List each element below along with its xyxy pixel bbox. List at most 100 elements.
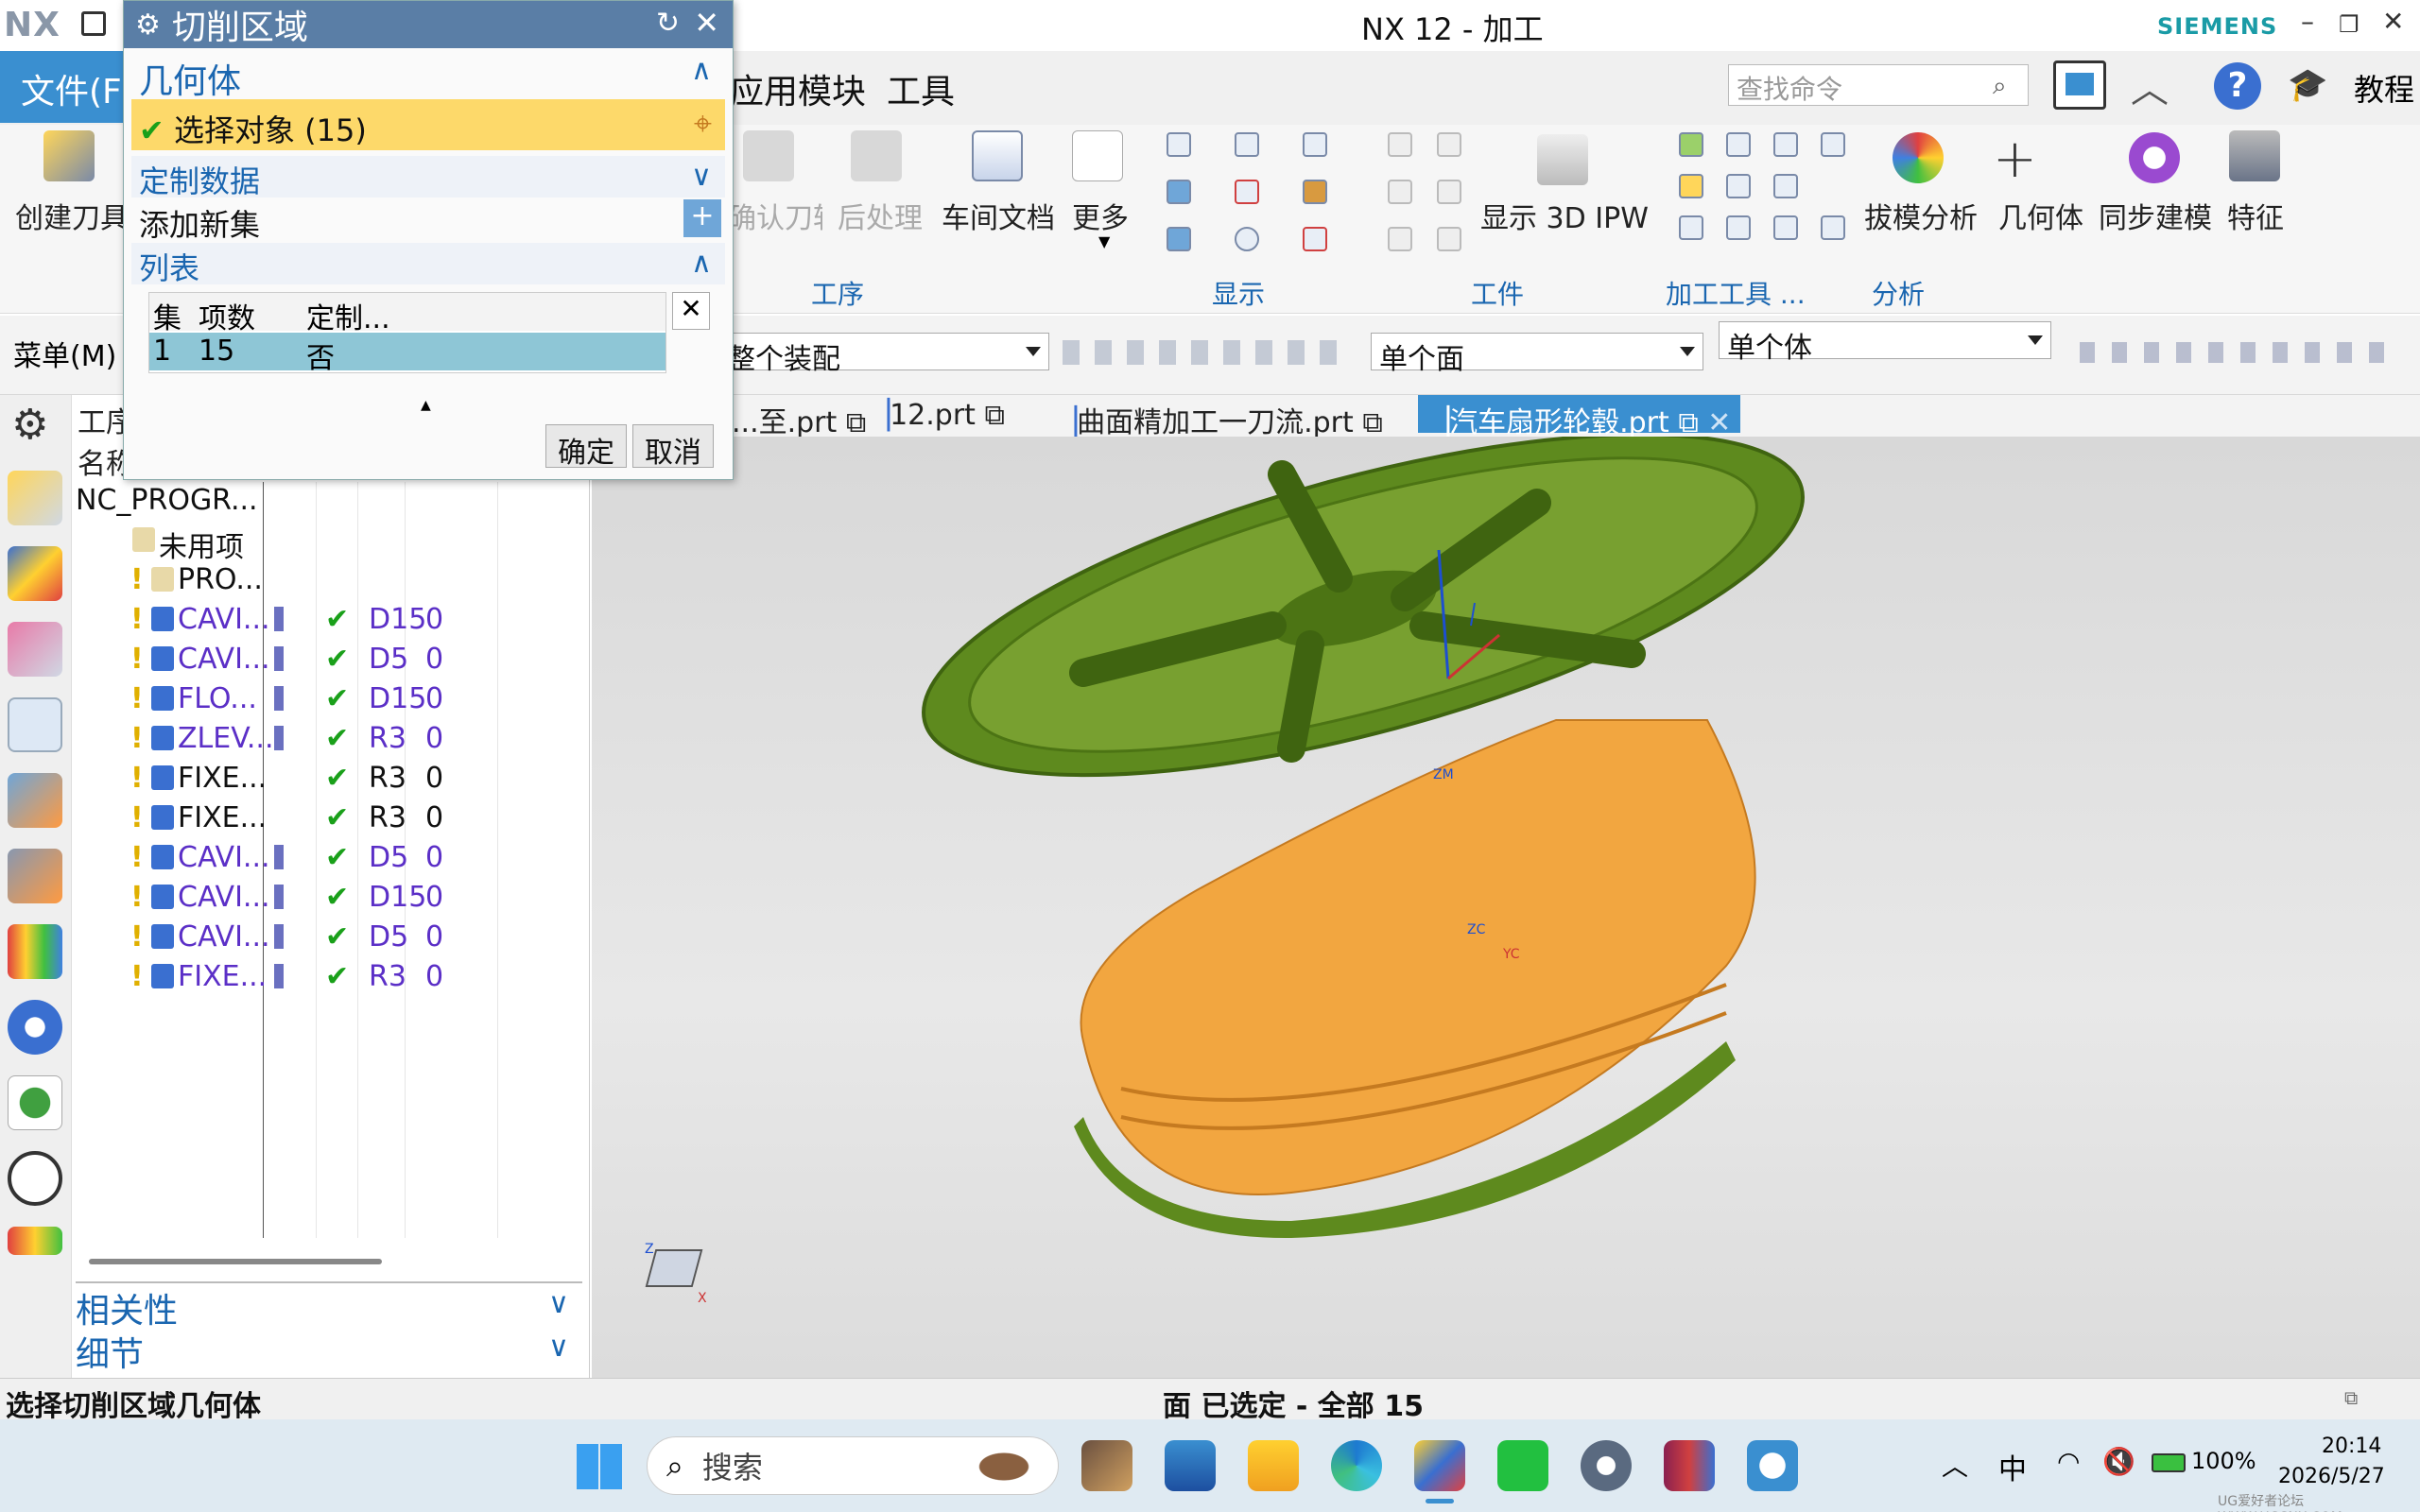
tab-doc-3[interactable]: ▕曲面精加工一刀流.prt ⧉ bbox=[1046, 395, 1392, 439]
table-row[interactable]: ! CAVI... ✔ D5 0 bbox=[76, 639, 582, 679]
geometry-button[interactable]: 几何体 bbox=[1998, 195, 2083, 236]
tab-doc-1[interactable]: ...至.prt ⧉ bbox=[722, 395, 875, 439]
display-path-icon[interactable] bbox=[1235, 132, 1259, 157]
reset-icon[interactable]: ↻ bbox=[656, 7, 680, 40]
display-cut-icon[interactable] bbox=[1303, 132, 1327, 157]
clock-time[interactable]: 20:14 bbox=[2322, 1435, 2381, 1458]
table-row[interactable]: ! CAVI... ✔ D15 0 bbox=[76, 877, 582, 917]
tab-doc-4[interactable]: ▕汽车扇形轮毂.prt ⧉ ✕ bbox=[1418, 395, 1741, 439]
wechat-icon[interactable] bbox=[1497, 1440, 1548, 1491]
details-section[interactable]: 细节 ∨ bbox=[76, 1327, 582, 1376]
menu-button[interactable]: 菜单(M) bbox=[13, 333, 116, 374]
table-row[interactable]: ! CAVI... ✔ D5 0 bbox=[76, 917, 582, 956]
list-section-header[interactable]: 列表 ∧ bbox=[131, 243, 725, 286]
assembly-scope-dropdown[interactable]: 整个装配 bbox=[718, 333, 1049, 376]
wheel-model[interactable] bbox=[592, 437, 2420, 1378]
volume-mute-icon[interactable]: 🔇 bbox=[2102, 1446, 2135, 1477]
geometry-plus-icon[interactable]: + bbox=[1993, 129, 2037, 190]
remove-set-button[interactable]: ✕ bbox=[672, 292, 710, 330]
feature-icon[interactable] bbox=[2229, 130, 2280, 181]
chevron-down-icon[interactable]: ∨ bbox=[548, 1287, 569, 1320]
view-icons[interactable] bbox=[2080, 342, 2392, 363]
post-process-icon[interactable] bbox=[851, 130, 902, 181]
display-mesh-icon[interactable] bbox=[1167, 227, 1191, 251]
workpiece-d-icon[interactable] bbox=[1437, 180, 1461, 204]
fullscreen-icon[interactable] bbox=[2053, 60, 2106, 110]
machining-tool-11-icon[interactable] bbox=[1821, 215, 1845, 240]
settings-icon[interactable]: ⚙ bbox=[11, 401, 48, 449]
display-point-icon[interactable] bbox=[1235, 227, 1259, 251]
sync-modeling-button[interactable]: 同步建模 bbox=[2099, 195, 2212, 236]
machining-feature-icon[interactable] bbox=[8, 849, 62, 903]
machining-tool-10-icon[interactable] bbox=[1773, 215, 1798, 240]
table-row[interactable]: ! FIXE... ✔ R3 0 bbox=[76, 956, 582, 996]
table-row[interactable]: ! FIXE... ✔ R3 0 bbox=[76, 758, 582, 798]
table-row[interactable]: 未用项 bbox=[76, 520, 582, 564]
edge-browser-icon[interactable] bbox=[1331, 1440, 1382, 1491]
operation-list[interactable]: NC_PROGR... 未用项! PRO...! CAVI... ✔ D15 0! CAVI.… bbox=[76, 480, 582, 1236]
feature-button[interactable]: 特征 bbox=[2227, 195, 2284, 236]
more-icon[interactable] bbox=[1072, 130, 1123, 181]
cancel-button[interactable]: 取消 bbox=[632, 424, 714, 470]
minimize-button[interactable]: – bbox=[2301, 6, 2314, 37]
game-app-icon[interactable] bbox=[1081, 1440, 1132, 1491]
search-icon[interactable]: ⌕ bbox=[1993, 72, 2007, 101]
store-app-icon[interactable] bbox=[1165, 1440, 1216, 1491]
machining-tool-6-icon[interactable] bbox=[1726, 174, 1751, 198]
constraint-navigator-icon[interactable] bbox=[8, 546, 62, 601]
snap-icons[interactable] bbox=[1063, 340, 1346, 365]
chevron-down-icon[interactable]: ∨ bbox=[548, 1331, 569, 1364]
clock-date[interactable]: 2026/5/27 bbox=[2278, 1465, 2385, 1488]
sync-modeling-icon[interactable] bbox=[2129, 132, 2180, 183]
post-process-button[interactable]: 后处理 bbox=[838, 195, 923, 236]
assembly-navigator-icon[interactable] bbox=[8, 471, 62, 525]
table-row[interactable]: 1 15 否 bbox=[149, 333, 666, 375]
dialog-title-bar[interactable]: ⚙ 切削区域 ↻ ✕ bbox=[124, 1, 733, 48]
table-row[interactable]: ! CAVI... ✔ D15 0 bbox=[76, 599, 582, 639]
ime-indicator[interactable]: 中 bbox=[1998, 1446, 2027, 1487]
table-row[interactable]: ! PRO... bbox=[76, 559, 582, 599]
reuse-library-icon[interactable] bbox=[8, 924, 62, 979]
workpiece-b-icon[interactable] bbox=[1437, 132, 1461, 157]
show-ipw-icon[interactable] bbox=[1537, 134, 1588, 185]
close-icon[interactable]: ✕ bbox=[1707, 406, 1731, 439]
create-tool-button[interactable]: 创建刀具 bbox=[15, 195, 129, 236]
shop-doc-button[interactable]: 车间文档 bbox=[942, 195, 1055, 236]
display-region-icon[interactable] bbox=[1167, 180, 1191, 204]
display-holder-icon[interactable] bbox=[1303, 180, 1327, 204]
collapse-ribbon-icon[interactable]: ︿ bbox=[2131, 59, 2169, 113]
body-filter-dropdown[interactable]: 单个体 bbox=[1719, 321, 2051, 365]
file-explorer-icon[interactable] bbox=[1248, 1440, 1299, 1491]
tab-doc-2[interactable]: ▕12.prt ⧉ bbox=[858, 395, 1014, 433]
tray-expand-icon[interactable]: ︿ bbox=[1942, 1446, 1968, 1484]
dependencies-section[interactable]: 相关性 ∨ bbox=[76, 1281, 582, 1332]
display-line-icon[interactable] bbox=[1303, 227, 1327, 251]
add-set-icon[interactable]: + bbox=[683, 199, 721, 237]
table-row[interactable]: ! ZLEV... ✔ R3 0 bbox=[76, 718, 582, 758]
machining-tool-8-icon[interactable] bbox=[1679, 215, 1703, 240]
chevron-up-icon[interactable]: ∧ bbox=[691, 247, 712, 280]
menu-tools[interactable]: 工具 bbox=[887, 64, 955, 113]
draft-analysis-button[interactable]: 拔模分析 bbox=[1864, 195, 1978, 236]
machining-tool-7-icon[interactable] bbox=[1773, 174, 1798, 198]
select-crosshair-icon[interactable]: ⌖ bbox=[694, 105, 712, 143]
status-expand-icon[interactable]: ⧉ bbox=[2344, 1386, 2358, 1409]
web-browser-icon[interactable] bbox=[8, 1075, 62, 1130]
table-row[interactable]: NC_PROGR... bbox=[76, 480, 582, 520]
taskbar-search[interactable]: ⌕ 搜索 bbox=[647, 1436, 1059, 1495]
save-icon[interactable] bbox=[81, 11, 106, 36]
workpiece-f-icon[interactable] bbox=[1437, 227, 1461, 251]
ok-button[interactable]: 确定 bbox=[545, 424, 627, 470]
machining-tool-4-icon[interactable] bbox=[1821, 132, 1845, 157]
machining-tool-2-icon[interactable] bbox=[1726, 132, 1751, 157]
nx-app-icon[interactable] bbox=[1414, 1440, 1465, 1491]
chevron-down-icon[interactable]: ∨ bbox=[691, 160, 712, 193]
workpiece-a-icon[interactable] bbox=[1388, 132, 1412, 157]
select-object-row[interactable]: ✔ 选择对象 (15) ⌖ bbox=[131, 99, 725, 150]
machine-tool-navigator-icon[interactable] bbox=[8, 773, 62, 828]
close-icon[interactable]: ✕ bbox=[694, 5, 719, 41]
settings-app-icon[interactable] bbox=[1581, 1440, 1632, 1491]
palette-icon[interactable] bbox=[8, 1227, 62, 1255]
machining-tool-1-icon[interactable] bbox=[1679, 132, 1703, 157]
archive-app-icon[interactable] bbox=[1664, 1440, 1715, 1491]
